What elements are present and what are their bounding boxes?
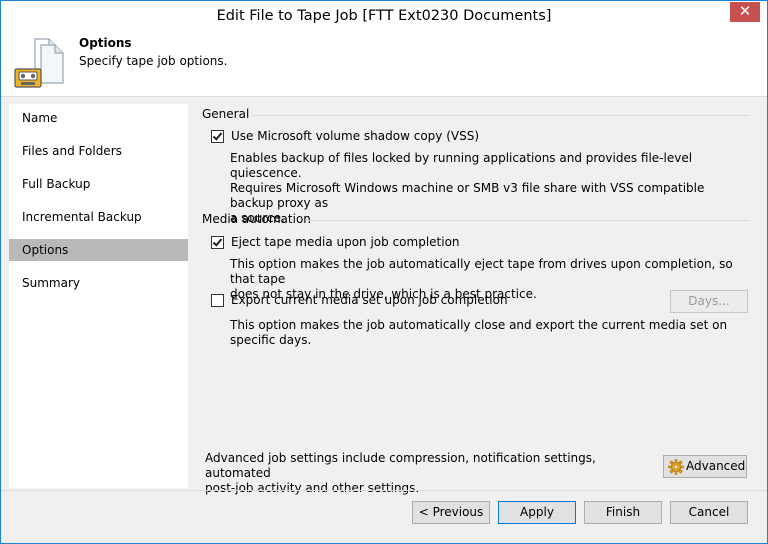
media-divider — [307, 220, 749, 221]
media-automation-group-label: Media automation — [202, 212, 311, 226]
general-divider — [251, 115, 749, 116]
apply-button[interactable]: Apply — [498, 501, 576, 524]
vss-desc-line: Requires Microsoft Windows machine or SM… — [230, 181, 705, 210]
page-subtitle: Specify tape job options. — [79, 54, 228, 68]
export-description: This option makes the job automatically … — [230, 318, 728, 347]
advanced-button[interactable]: Advanced — [663, 455, 747, 478]
page-title: Options — [79, 36, 132, 50]
gear-icon — [668, 459, 684, 475]
dialog-window: Edit File to Tape Job [FTT Ext0230 Docum… — [0, 0, 768, 544]
eject-checkbox[interactable] — [211, 235, 224, 249]
vss-checkbox[interactable] — [211, 129, 224, 143]
eject-label: Eject tape media upon job completion — [231, 235, 460, 249]
window-title: Edit File to Tape Job [FTT Ext0230 Docum… — [216, 8, 552, 24]
finish-button[interactable]: Finish — [584, 501, 662, 524]
general-group-label: General — [202, 107, 250, 121]
step-full-backup[interactable]: Full Backup — [9, 173, 188, 195]
advanced-desc-line: Advanced job settings include compressio… — [205, 451, 596, 480]
options-panel: General Use Microsoft volume shadow copy… — [189, 99, 761, 495]
eject-desc-line: This option makes the job automatically … — [230, 257, 733, 286]
step-summary[interactable]: Summary — [9, 272, 188, 294]
export-checkbox[interactable] — [211, 293, 224, 307]
vss-desc-line: Enables backup of files locked by runnin… — [230, 151, 693, 180]
close-icon: ✕ — [738, 2, 752, 20]
tape-documents-icon — [14, 38, 64, 88]
wizard-header: Options Specify tape job options. — [1, 31, 767, 97]
export-label: Export current media set upon job comple… — [231, 293, 508, 307]
advanced-button-label: Advanced — [686, 459, 746, 473]
eject-checkbox-row[interactable]: Eject tape media upon job completion — [211, 234, 460, 250]
export-checkbox-row[interactable]: Export current media set upon job comple… — [211, 292, 508, 308]
step-incremental-backup[interactable]: Incremental Backup — [9, 206, 188, 228]
step-name[interactable]: Name — [9, 107, 188, 129]
vss-checkbox-row[interactable]: Use Microsoft volume shadow copy (VSS) — [211, 128, 479, 144]
vss-label: Use Microsoft volume shadow copy (VSS) — [231, 129, 480, 143]
footer-divider — [1, 490, 767, 491]
title-bar: Edit File to Tape Job [FTT Ext0230 Docum… — [1, 1, 767, 31]
close-button[interactable]: ✕ — [730, 2, 760, 22]
previous-button[interactable]: < Previous — [412, 501, 490, 524]
step-options[interactable]: Options — [9, 239, 188, 261]
advanced-desc-line: post-job activity and other settings. — [205, 481, 420, 495]
step-files-and-folders[interactable]: Files and Folders — [9, 140, 188, 162]
days-button[interactable]: Days... — [670, 290, 748, 313]
cancel-button[interactable]: Cancel — [670, 501, 748, 524]
wizard-steps: Name Files and Folders Full Backup Incre… — [9, 104, 188, 488]
